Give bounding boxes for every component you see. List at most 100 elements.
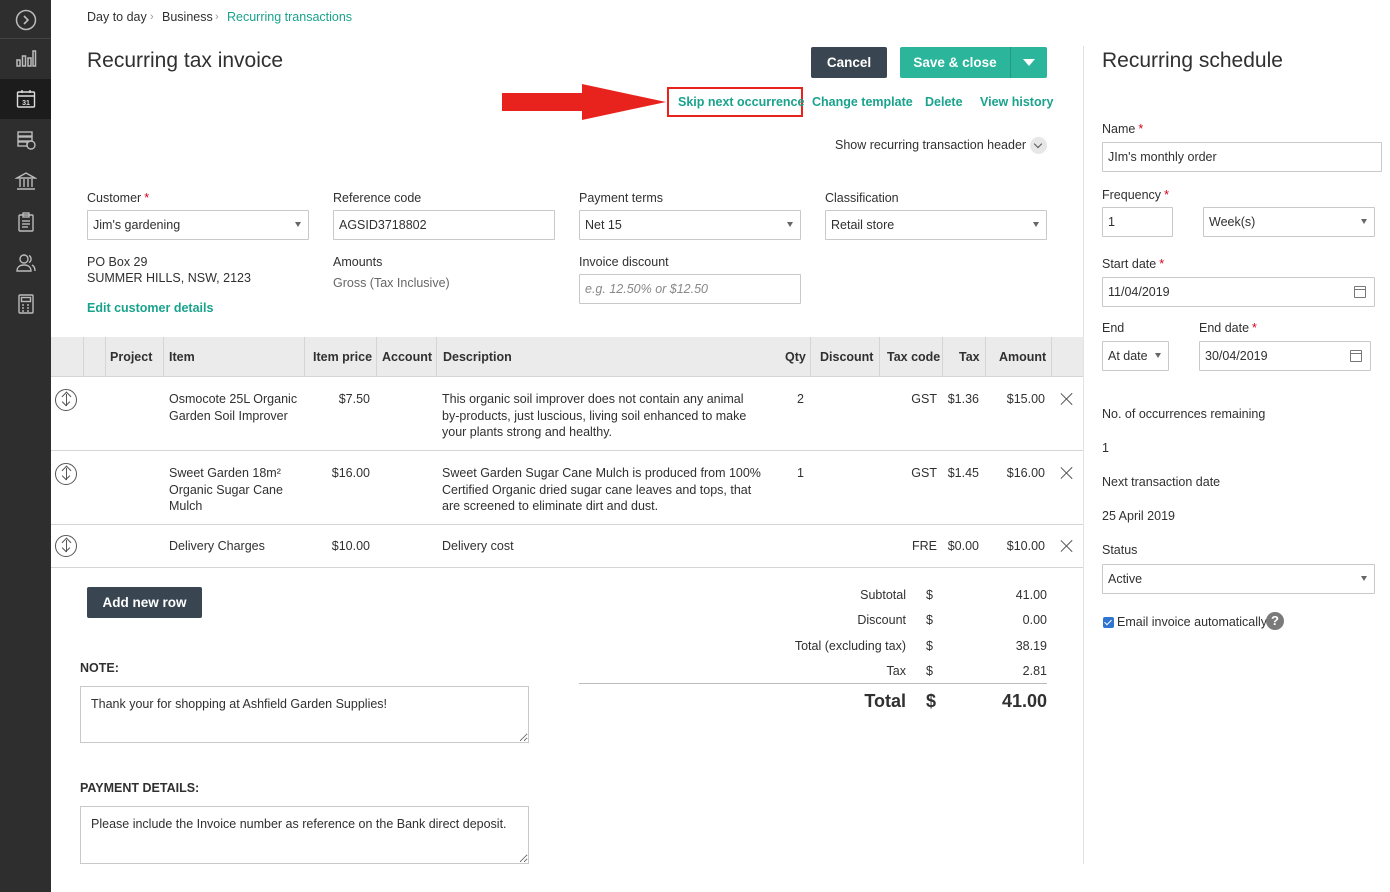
end-date-input[interactable]: 30/04/2019 [1199, 341, 1371, 371]
payment-terms-label: Payment terms [579, 191, 664, 205]
end-label: End [1102, 321, 1125, 335]
status-label: Status [1102, 543, 1138, 557]
row1-price[interactable]: $7.50 [313, 391, 370, 408]
col-project: Project [110, 350, 153, 364]
row3-price[interactable]: $10.00 [313, 538, 370, 555]
row1-qty[interactable]: 2 [797, 391, 804, 408]
col-item-price: Item price [313, 350, 373, 364]
total-label: Total [864, 691, 906, 711]
skip-next-occurrence-link[interactable]: Skip next occurrence [678, 95, 804, 109]
row1-tax-code[interactable]: GST [900, 391, 937, 408]
panel-divider [1083, 46, 1084, 864]
row2-tax-code[interactable]: GST [900, 465, 937, 482]
remove-row-close-icon[interactable] [1060, 466, 1074, 480]
change-template-link[interactable]: Change template [812, 95, 913, 109]
col-account: Account [382, 350, 432, 364]
col-tax: Tax [959, 350, 980, 364]
col-tax-code: Tax code [887, 350, 941, 364]
add-new-row-button[interactable]: Add new row [87, 587, 202, 618]
breadcrumb-day-to-day[interactable]: Day to day [87, 10, 147, 24]
row2-tax[interactable]: $1.45 [944, 465, 979, 482]
note-textarea[interactable]: Thank your for shopping at Ashfield Gard… [80, 686, 529, 743]
reports-chart-icon[interactable] [0, 38, 51, 78]
customer-select[interactable]: Jim's gardening [87, 210, 309, 240]
left-nav: 31 [0, 0, 51, 892]
row2-amount[interactable]: $16.00 [990, 465, 1045, 482]
payment-terms-select[interactable]: Net 15 [579, 210, 801, 240]
tax-label: Tax [886, 664, 906, 678]
discount-label: Discount [857, 613, 906, 627]
col-description: Description [443, 350, 512, 364]
contacts-people-icon[interactable] [0, 243, 51, 283]
svg-text:31: 31 [22, 100, 30, 107]
drag-handle-icon[interactable] [55, 463, 77, 485]
classification-label: Classification [825, 191, 899, 205]
row3-item[interactable]: Delivery Charges [169, 538, 265, 555]
row1-description[interactable]: This organic soil improver does not cont… [442, 391, 746, 441]
occurrences-value: 1 [1102, 441, 1109, 455]
cancel-button[interactable]: Cancel [811, 47, 887, 78]
calendar-day-to-day-icon[interactable]: 31 [0, 79, 51, 119]
invoice-discount-input[interactable]: e.g. 12.50% or $12.50 [579, 274, 801, 304]
drag-handle-icon[interactable] [55, 535, 77, 557]
row1-item[interactable]: Osmocote 25L Organic Garden Soil Improver [169, 391, 297, 424]
breadcrumb-chevron-icon: › [150, 11, 154, 23]
row2-description[interactable]: Sweet Garden Sugar Cane Mulch is produce… [442, 465, 761, 515]
reference-code-label: Reference code [333, 191, 422, 205]
show-header-toggle[interactable]: Show recurring transaction header [835, 138, 1026, 152]
row3-tax[interactable]: $0.00 [944, 538, 979, 555]
classification-select[interactable]: Retail store [825, 210, 1047, 240]
currency-symbol: $ [926, 691, 937, 711]
end-type-select[interactable]: At date [1102, 341, 1169, 371]
expand-nav-icon[interactable] [0, 0, 51, 40]
subtotal-value: 41.00 [1015, 588, 1047, 602]
schedule-name-input[interactable]: JIm's monthly order [1102, 142, 1382, 172]
chevron-down-icon [1023, 59, 1035, 66]
drag-handle-icon[interactable] [55, 389, 77, 411]
email-auto-checkbox[interactable] [1103, 617, 1114, 628]
page-title: Recurring tax invoice [87, 49, 284, 72]
banking-icon[interactable] [0, 161, 51, 201]
status-select[interactable]: Active [1102, 564, 1375, 594]
frequency-unit-select[interactable]: Week(s) [1203, 207, 1375, 237]
amounts-value: Gross (Tax Inclusive) [333, 276, 450, 290]
total-value: 41.00 [1001, 691, 1047, 711]
calendar-icon[interactable] [1354, 286, 1366, 298]
col-item: Item [169, 350, 195, 364]
row2-qty[interactable]: 1 [797, 465, 804, 482]
view-history-link[interactable]: View history [980, 95, 1053, 109]
red-arrow-annotation-icon [502, 84, 666, 120]
reference-code-input[interactable]: AGSID3718802 [333, 210, 555, 240]
chevron-down-icon[interactable] [1030, 137, 1047, 154]
save-options-dropdown[interactable] [1011, 47, 1047, 78]
row1-tax[interactable]: $1.36 [944, 391, 979, 408]
invoices-money-icon[interactable] [0, 120, 51, 160]
total-excl-tax-value: 38.19 [1015, 639, 1047, 653]
help-question-icon[interactable]: ? [1266, 612, 1284, 630]
currency-symbol: $ [926, 613, 933, 627]
note-label: NOTE: [80, 661, 119, 675]
row2-item[interactable]: Sweet Garden 18m² Organic Sugar Cane Mulch [169, 465, 283, 515]
frequency-number-input[interactable]: 1 [1102, 207, 1173, 237]
payment-details-textarea[interactable]: Please include the Invoice number as ref… [80, 806, 529, 864]
address-line2: SUMMER HILLS, NSW, 2123 [87, 271, 251, 285]
save-close-button[interactable]: Save & close [900, 47, 1010, 78]
remove-row-close-icon[interactable] [1060, 539, 1074, 553]
delete-link[interactable]: Delete [925, 95, 963, 109]
breadcrumb-recurring-transactions[interactable]: Recurring transactions [227, 10, 352, 24]
tax-value: 2.81 [1022, 664, 1047, 678]
start-date-label: Start date * [1102, 257, 1165, 271]
row1-amount[interactable]: $15.00 [990, 391, 1045, 408]
edit-customer-details-link[interactable]: Edit customer details [87, 301, 213, 315]
remove-row-close-icon[interactable] [1060, 392, 1074, 406]
row3-tax-code[interactable]: FRE [900, 538, 937, 555]
row3-amount[interactable]: $10.00 [990, 538, 1045, 555]
row2-price[interactable]: $16.00 [313, 465, 370, 482]
row3-description[interactable]: Delivery cost [442, 538, 514, 555]
calendar-icon[interactable] [1350, 350, 1362, 362]
calculator-icon[interactable] [0, 284, 51, 324]
start-date-input[interactable]: 11/04/2019 [1102, 277, 1375, 307]
breadcrumb-business[interactable]: Business [162, 10, 213, 24]
currency-symbol: $ [926, 588, 933, 602]
clipboard-icon[interactable] [0, 202, 51, 242]
